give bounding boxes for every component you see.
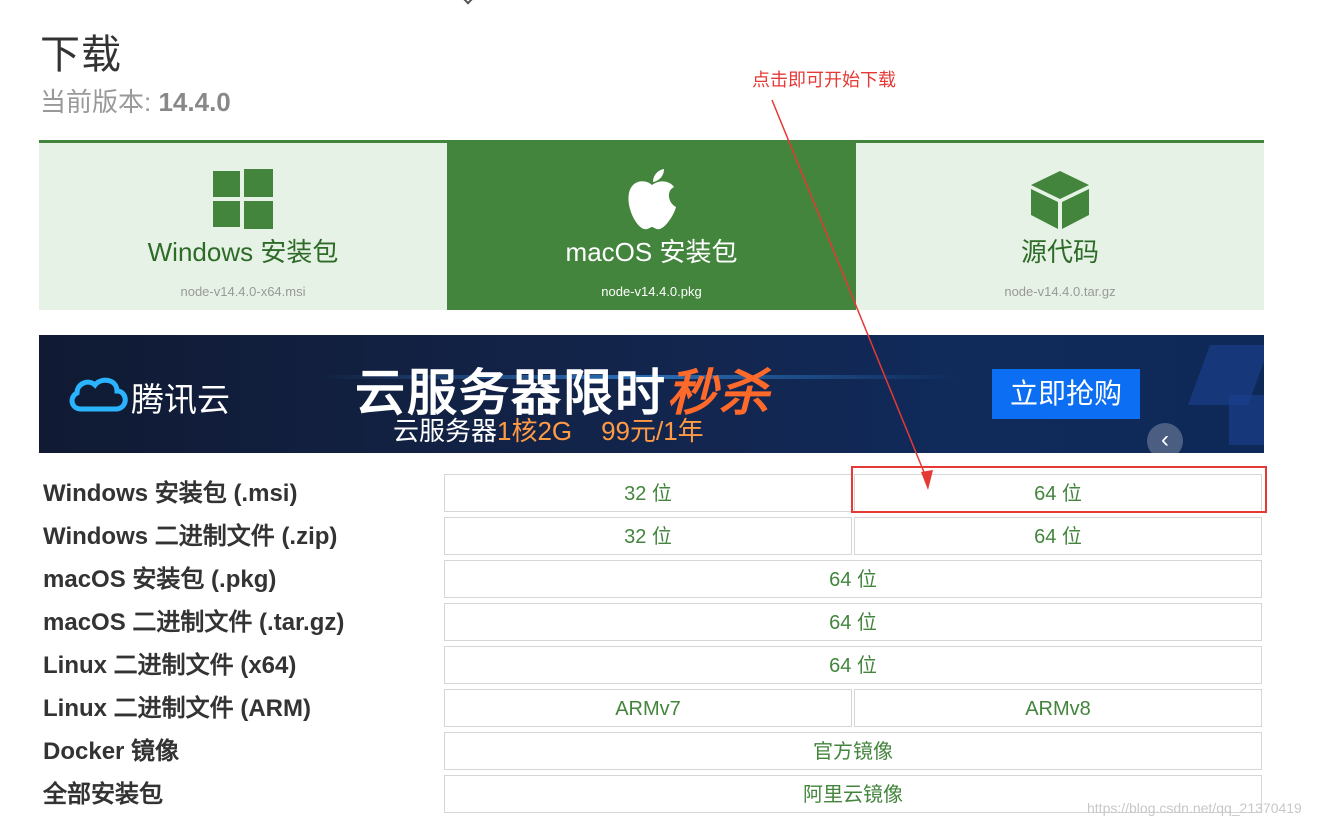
watermark: https://blog.csdn.net/qq_21370419 [1087,800,1302,816]
annotation-arrow-icon [771,99,933,490]
annotation-text: 点击即可开始下载 [752,70,896,90]
